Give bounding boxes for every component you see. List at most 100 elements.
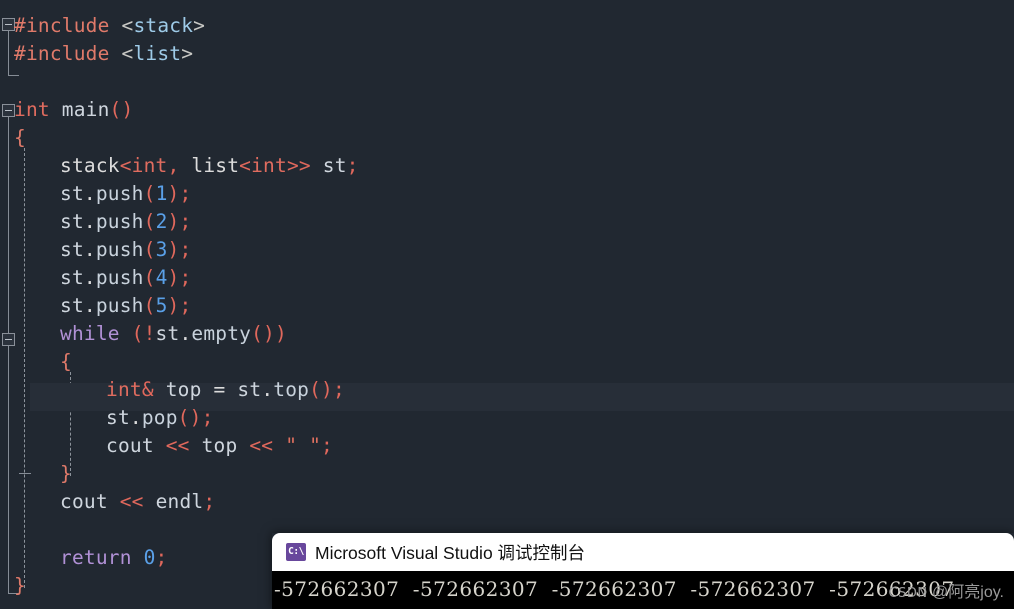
code-line[interactable]: st.push(1); [0,180,1014,208]
code-line-text: st.push(3); [60,236,191,264]
code-token: . [261,378,274,401]
code-token: return [60,546,132,569]
code-token: . [83,238,96,261]
code-token: st [60,266,84,289]
code-token: list [133,42,182,65]
console-app-icon-label: C:\ [288,546,304,558]
code-line[interactable] [0,68,1014,96]
code-token: = [213,378,226,401]
code-line-text: st.push(4); [60,264,191,292]
code-token: " " [285,434,322,457]
code-token: () [309,378,333,401]
code-line[interactable]: int& top = st.top(); [0,376,1014,404]
code-token: #include [14,14,110,37]
code-line-text: st.push(5); [60,292,191,320]
code-line-text: cout << top << " "; [106,432,333,460]
code-token: } [14,574,26,597]
code-token: , [167,154,180,177]
code-line[interactable]: st.push(4); [0,264,1014,292]
code-token: stack [60,154,120,177]
code-token: > [181,42,194,65]
code-token: 1 [155,182,168,205]
code-token: #include [14,42,110,65]
code-line-text: while (!st.empty()) [60,320,287,348]
code-token: } [60,462,72,485]
code-line[interactable]: stack<int, list<int>> st; [0,152,1014,180]
code-token: ; [179,238,192,261]
code-token: push [95,210,144,233]
code-line[interactable]: #include <stack> [0,12,1014,40]
code-token: ) [167,238,180,261]
code-token: ()) [251,322,287,345]
code-line-text: { [60,348,72,376]
code-token: int [106,378,142,401]
code-line-text: } [60,460,72,488]
console-titlebar[interactable]: C:\ Microsoft Visual Studio 调试控制台 [272,533,1014,571]
code-line[interactable]: int main() [0,96,1014,124]
code-token: st [237,378,262,401]
code-token: ; [203,490,216,513]
code-token: < [121,42,134,65]
code-token: push [95,182,144,205]
code-token: < [119,154,132,177]
code-token: ; [179,294,192,317]
code-line-text: #include <stack> [14,12,205,40]
code-token: ; [179,182,192,205]
debug-console-window[interactable]: C:\ Microsoft Visual Studio 调试控制台 -57266… [272,533,1014,609]
console-output-area[interactable]: -572662307 -572662307 -572662307 -572662… [272,571,1014,609]
code-line[interactable]: cout << top << " "; [0,432,1014,460]
code-token: ) [167,182,180,205]
code-line-text: #include <list> [14,40,193,68]
code-token: ) [167,294,180,317]
code-line[interactable]: cout << endl; [0,488,1014,516]
code-line-text: stack<int, list<int>> st; [60,152,359,180]
code-token: ( [143,182,156,205]
code-line-text: st.push(2); [60,208,191,236]
code-token: ; [155,546,168,569]
code-token: list [191,154,240,177]
code-token: ( [143,210,156,233]
code-token: ; [179,210,192,233]
code-line-text: st.push(1); [60,180,191,208]
code-line-text: return 0; [60,544,168,572]
code-token: ; [179,266,192,289]
code-token: st [106,406,130,429]
code-token: > [193,14,206,37]
code-line[interactable]: } [0,460,1014,488]
code-token: stack [133,14,194,37]
code-token: 0 [143,546,156,569]
code-token: . [83,182,96,205]
code-token: top [201,434,238,457]
code-token: 3 [155,238,168,261]
code-token: ; [332,378,345,401]
code-token: top [165,378,202,401]
code-line[interactable]: st.push(2); [0,208,1014,236]
code-token: push [95,294,144,317]
code-line[interactable]: st.push(5); [0,292,1014,320]
code-token: st [60,210,84,233]
code-token: int [251,154,287,177]
code-token: << [165,434,190,457]
code-line[interactable]: { [0,348,1014,376]
code-token: >> [286,154,311,177]
code-token: ; [346,154,359,177]
code-token: < [239,154,252,177]
code-token: pop [141,406,178,429]
code-editor[interactable]: #include <stack> #include <list> int main(… [0,0,1014,609]
code-token: st [155,322,180,345]
code-line[interactable]: { [0,124,1014,152]
code-token: { [14,126,26,149]
code-token: ( [143,294,156,317]
console-window-title: Microsoft Visual Studio 调试控制台 [315,542,586,563]
code-token: cout [60,490,108,513]
code-line[interactable]: while (!st.empty()) [0,320,1014,348]
code-line-text: int& top = st.top(); [106,376,345,404]
code-line[interactable]: st.push(3); [0,236,1014,264]
code-line[interactable]: st.pop(); [0,404,1014,432]
code-line[interactable]: #include <list> [0,40,1014,68]
